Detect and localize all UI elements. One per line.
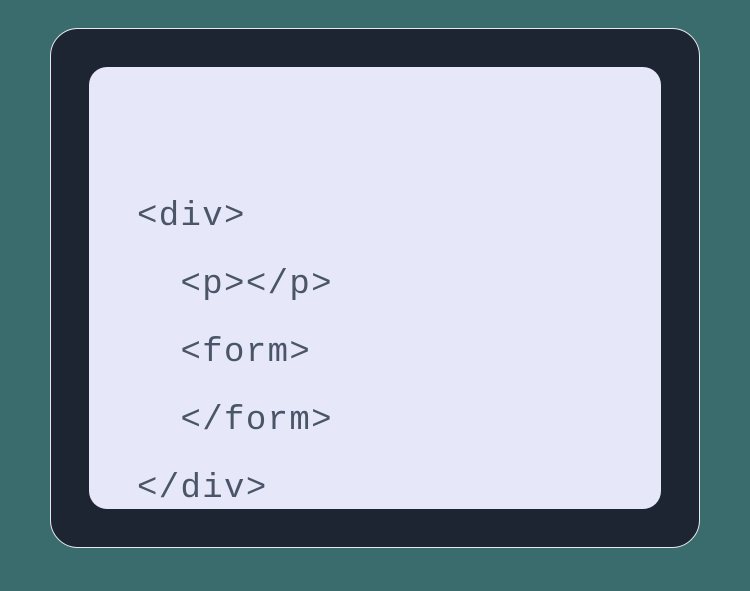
code-line: <div> xyxy=(137,198,246,236)
code-line: <p></p> xyxy=(137,266,333,304)
code-line: </div> xyxy=(137,470,268,508)
code-frame: <div> <p></p> <form> </form> </div> xyxy=(50,28,700,548)
code-line: <form> xyxy=(137,334,311,372)
code-line: </form> xyxy=(137,402,333,440)
code-panel: <div> <p></p> <form> </form> </div> xyxy=(89,67,661,509)
code-block: <div> <p></p> <form> </form> </div> xyxy=(137,115,613,591)
